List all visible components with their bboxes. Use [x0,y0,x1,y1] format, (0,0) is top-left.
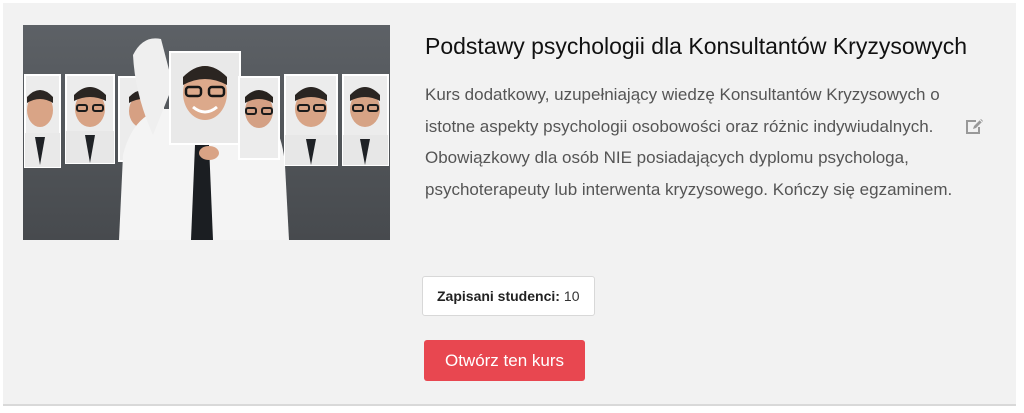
course-card: Podstawy psychologii dla Konsultantów Kr… [3,3,1016,406]
enrolled-students-badge: Zapisani studenci: 10 [422,276,595,316]
enrolled-students-label: Zapisani studenci: [437,288,560,304]
course-image[interactable] [23,25,390,240]
course-title[interactable]: Podstawy psychologii dla Konsultantów Kr… [425,33,985,59]
enrolled-students-count: 10 [563,288,580,304]
mask-photo-6 [342,74,389,166]
mask-photo-2 [65,74,115,164]
course-image-illustration [24,38,389,240]
open-course-button[interactable]: Otwórz ten kurs [424,340,585,381]
course-info: Podstawy psychologii dla Konsultantów Kr… [425,33,985,205]
mask-photo-1 [24,74,61,168]
mask-photo-4 [238,76,280,160]
course-description: Kurs dodatkowy, uzupełniający wiedzę Kon… [425,85,953,199]
edit-icon[interactable] [963,116,985,136]
mask-photo-5 [284,74,338,166]
